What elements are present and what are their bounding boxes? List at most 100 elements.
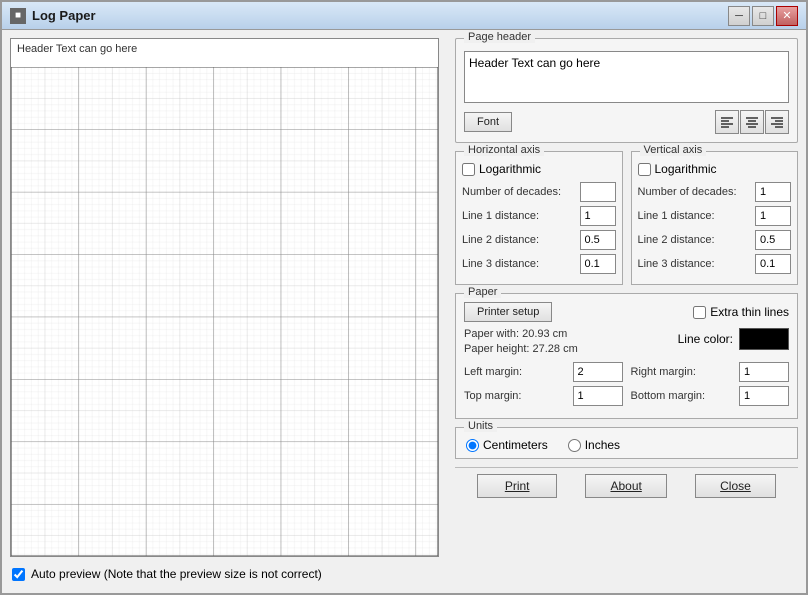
h-logarithmic-row: Logarithmic [462,162,616,176]
printer-setup-button[interactable]: Printer setup [464,302,552,322]
paper-dims: Paper with: 20.93 cm Paper height: 27.28… [464,328,578,358]
centimeters-row: Centimeters [466,438,548,452]
line-color-row: Line color: [678,328,789,350]
top-margin-label: Top margin: [464,390,521,402]
right-margin-input[interactable] [739,362,789,382]
right-margin-label: Right margin: [631,366,696,378]
line-color-label: Line color: [678,332,733,346]
h-line1-row: Line 1 distance: [462,206,616,226]
h-line3-row: Line 3 distance: [462,254,616,274]
right-margin-col: Right margin: Bottom margin: [631,362,790,410]
right-margin-row: Right margin: [631,362,790,382]
v-line3-input[interactable] [755,254,791,274]
vertical-axis-section: Vertical axis Logarithmic Number of deca… [631,151,799,285]
h-decades-row: Number of decades: 1 [462,182,616,202]
top-margin-input[interactable] [573,386,623,406]
v-line2-input[interactable] [755,230,791,250]
v-decades-input[interactable] [755,182,791,202]
paper-section: Paper Printer setup Extra thin lines Pap… [455,293,798,419]
log-paper-grid [11,67,438,556]
font-button[interactable]: Font [464,112,512,132]
paper-title: Paper [464,286,501,298]
extra-thin-checkbox[interactable] [693,306,706,319]
auto-preview-row: Auto preview (Note that the preview size… [10,563,439,585]
window-title: Log Paper [32,8,96,23]
auto-preview-label: Auto preview (Note that the preview size… [31,567,322,581]
h-decades-label: Number of decades: [462,186,561,198]
h-logarithmic-label: Logarithmic [479,162,541,176]
title-bar-left: ■ Log Paper [10,8,96,24]
left-margin-col: Left margin: Top margin: [464,362,623,410]
align-left-button[interactable] [715,110,739,134]
main-window: ■ Log Paper ─ □ ✕ Header Text can go her… [0,0,808,595]
align-center-button[interactable] [740,110,764,134]
bottom-margin-label: Bottom margin: [631,390,706,402]
v-line3-label: Line 3 distance: [638,258,715,270]
paper-margins-row: Left margin: Top margin: Right margin: [464,362,789,410]
maximize-button[interactable]: □ [752,6,774,26]
v-line2-label: Line 2 distance: [638,234,715,246]
v-line1-row: Line 1 distance: [638,206,792,226]
v-logarithmic-checkbox[interactable] [638,163,651,176]
v-logarithmic-label: Logarithmic [655,162,717,176]
main-content: Header Text can go here [2,30,806,593]
header-text-input[interactable]: Header Text can go here [464,51,789,103]
about-button[interactable]: About [585,474,666,498]
h-line3-input[interactable] [580,254,616,274]
align-buttons [715,110,789,134]
top-margin-row: Top margin: [464,386,623,406]
h-decades-input[interactable]: 1 [580,182,616,202]
horizontal-axis-content: Logarithmic Number of decades: 1 Line 1 … [462,162,616,274]
h-line2-row: Line 2 distance: [462,230,616,250]
units-row: Centimeters Inches [466,438,787,452]
h-line1-input[interactable] [580,206,616,226]
minimize-button[interactable]: ─ [728,6,750,26]
page-header-title: Page header [464,31,535,43]
h-line2-input[interactable] [580,230,616,250]
preview-area: Header Text can go here [10,38,439,557]
units-section: Units Centimeters Inches [455,427,798,459]
inches-radio[interactable] [568,439,581,452]
inches-label: Inches [585,438,620,452]
horizontal-axis-section: Horizontal axis Logarithmic Number of de… [455,151,623,285]
title-bar: ■ Log Paper ─ □ ✕ [2,2,806,30]
preview-header-text: Header Text can go here [11,39,438,57]
v-line1-input[interactable] [755,206,791,226]
horizontal-axis-title: Horizontal axis [464,144,544,156]
auto-preview-checkbox[interactable] [12,568,25,581]
close-window-button[interactable]: ✕ [776,6,798,26]
vertical-axis-content: Logarithmic Number of decades: Line 1 di… [638,162,792,274]
right-panel: Page header Header Text can go here Font [447,30,806,593]
axes-row: Horizontal axis Logarithmic Number of de… [455,151,798,285]
paper-top-row: Printer setup Extra thin lines [464,302,789,322]
extra-thin-row: Extra thin lines [693,305,789,319]
window-controls: ─ □ ✕ [728,6,798,26]
vertical-axis-title: Vertical axis [640,144,707,156]
close-button[interactable]: Close [695,474,776,498]
font-row: Font [464,110,789,134]
centimeters-radio[interactable] [466,439,479,452]
paper-width-info: Paper with: 20.93 cm [464,328,578,340]
h-line1-label: Line 1 distance: [462,210,539,222]
left-margin-input[interactable] [573,362,623,382]
line-color-picker[interactable] [739,328,789,350]
page-header-section: Header Text can go here Font [464,51,789,134]
bottom-buttons: Print About Close [455,467,798,504]
align-right-button[interactable] [765,110,789,134]
left-panel: Header Text can go here [2,30,447,593]
v-line1-label: Line 1 distance: [638,210,715,222]
left-margin-row: Left margin: [464,362,623,382]
h-logarithmic-checkbox[interactable] [462,163,475,176]
units-title: Units [464,420,497,432]
v-decades-row: Number of decades: [638,182,792,202]
bottom-margin-row: Bottom margin: [631,386,790,406]
bottom-margin-input[interactable] [739,386,789,406]
app-icon: ■ [10,8,26,24]
page-header-group: Page header Header Text can go here Font [455,38,798,143]
left-margin-label: Left margin: [464,366,522,378]
v-logarithmic-row: Logarithmic [638,162,792,176]
print-button[interactable]: Print [477,474,557,498]
extra-thin-label: Extra thin lines [710,305,789,319]
h-line2-label: Line 2 distance: [462,234,539,246]
centimeters-label: Centimeters [483,438,548,452]
